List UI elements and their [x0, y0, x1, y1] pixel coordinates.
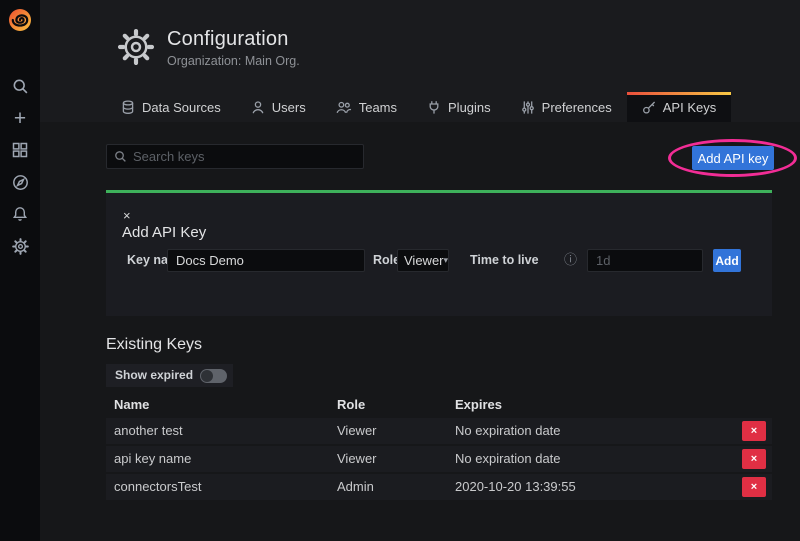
key-role-cell: Viewer	[337, 446, 377, 472]
dashboards-icon[interactable]	[0, 134, 40, 166]
database-icon	[121, 100, 135, 115]
tab-label: Preferences	[542, 100, 612, 115]
keys-table-header: Name Role Expires	[106, 397, 772, 415]
info-icon: ⓘ	[564, 253, 577, 266]
tab-label: Data Sources	[142, 100, 221, 115]
key-name-cell: another test	[114, 418, 183, 444]
tab-label: Users	[272, 100, 306, 115]
time-to-live-input[interactable]	[587, 249, 703, 272]
column-header-role: Role	[337, 397, 365, 412]
close-icon[interactable]: ×	[123, 209, 131, 222]
role-selected-value: Viewer	[404, 253, 444, 268]
tab-users[interactable]: Users	[236, 92, 321, 122]
tab-plugins[interactable]: Plugins	[412, 92, 506, 122]
chevron-down-icon: ▾	[444, 255, 449, 266]
search-keys-input[interactable]	[133, 149, 356, 164]
key-expires-cell: 2020-10-20 13:39:55	[455, 474, 576, 500]
sidebar-nav: +	[0, 70, 40, 262]
sliders-icon	[521, 100, 535, 115]
search-icon	[114, 150, 127, 163]
configuration-gear-icon[interactable]	[0, 230, 40, 262]
role-select[interactable]: Viewer ▾	[397, 249, 449, 272]
existing-keys-title: Existing Keys	[106, 336, 202, 354]
alerting-bell-icon[interactable]	[0, 198, 40, 230]
search-keys-box	[106, 144, 364, 169]
tab-label: Plugins	[448, 100, 491, 115]
key-name-cell: api key name	[114, 446, 191, 472]
user-icon	[251, 100, 265, 115]
page-subtitle: Organization: Main Org.	[167, 54, 300, 68]
toggle-knob	[201, 370, 213, 382]
config-tabs: Data Sources Users Teams	[106, 92, 731, 122]
plug-icon	[427, 100, 441, 115]
tab-label: Teams	[359, 100, 397, 115]
show-expired-label: Show expired	[106, 364, 202, 387]
add-api-key-button[interactable]: Add API key	[692, 146, 774, 170]
users-group-icon	[336, 100, 352, 115]
table-row: api key name Viewer No expiration date ×	[106, 446, 772, 472]
delete-key-button[interactable]: ×	[742, 449, 766, 469]
column-header-expires: Expires	[455, 397, 502, 412]
explore-compass-icon[interactable]	[0, 166, 40, 198]
add-api-key-panel: × Add API Key Key name Role Viewer ▾ Tim…	[106, 190, 772, 316]
table-row: another test Viewer No expiration date ×	[106, 418, 772, 444]
add-api-key-title: Add API Key	[122, 224, 206, 241]
delete-key-button[interactable]: ×	[742, 477, 766, 497]
key-expires-cell: No expiration date	[455, 446, 561, 472]
tab-data-sources[interactable]: Data Sources	[106, 92, 236, 122]
key-role-cell: Admin	[337, 474, 374, 500]
sidebar: +	[0, 0, 40, 541]
toggle-track	[200, 369, 227, 383]
create-plus-icon[interactable]: +	[0, 102, 40, 134]
add-submit-button[interactable]: Add	[713, 249, 741, 272]
delete-key-button[interactable]: ×	[742, 421, 766, 441]
tab-teams[interactable]: Teams	[321, 92, 412, 122]
show-expired-toggle[interactable]	[193, 364, 233, 387]
grafana-logo-icon[interactable]	[6, 6, 34, 34]
time-to-live-label: Time to live	[470, 249, 539, 272]
grafana-configuration-page: +	[0, 0, 800, 541]
tab-preferences[interactable]: Preferences	[506, 92, 627, 122]
page-header: Configuration Organization: Main Org.	[117, 28, 300, 68]
tab-label: API Keys	[663, 100, 716, 115]
table-row: connectorsTest Admin 2020-10-20 13:39:55…	[106, 474, 772, 500]
configuration-page-gear-icon	[117, 28, 155, 66]
key-expires-cell: No expiration date	[455, 418, 561, 444]
key-role-cell: Viewer	[337, 418, 377, 444]
key-name-input[interactable]	[167, 249, 365, 272]
key-name-cell: connectorsTest	[114, 474, 201, 500]
page-title: Configuration	[167, 28, 300, 51]
column-header-name: Name	[114, 397, 149, 412]
search-icon[interactable]	[0, 70, 40, 102]
tab-api-keys[interactable]: API Keys	[627, 92, 731, 122]
key-icon	[642, 100, 656, 115]
